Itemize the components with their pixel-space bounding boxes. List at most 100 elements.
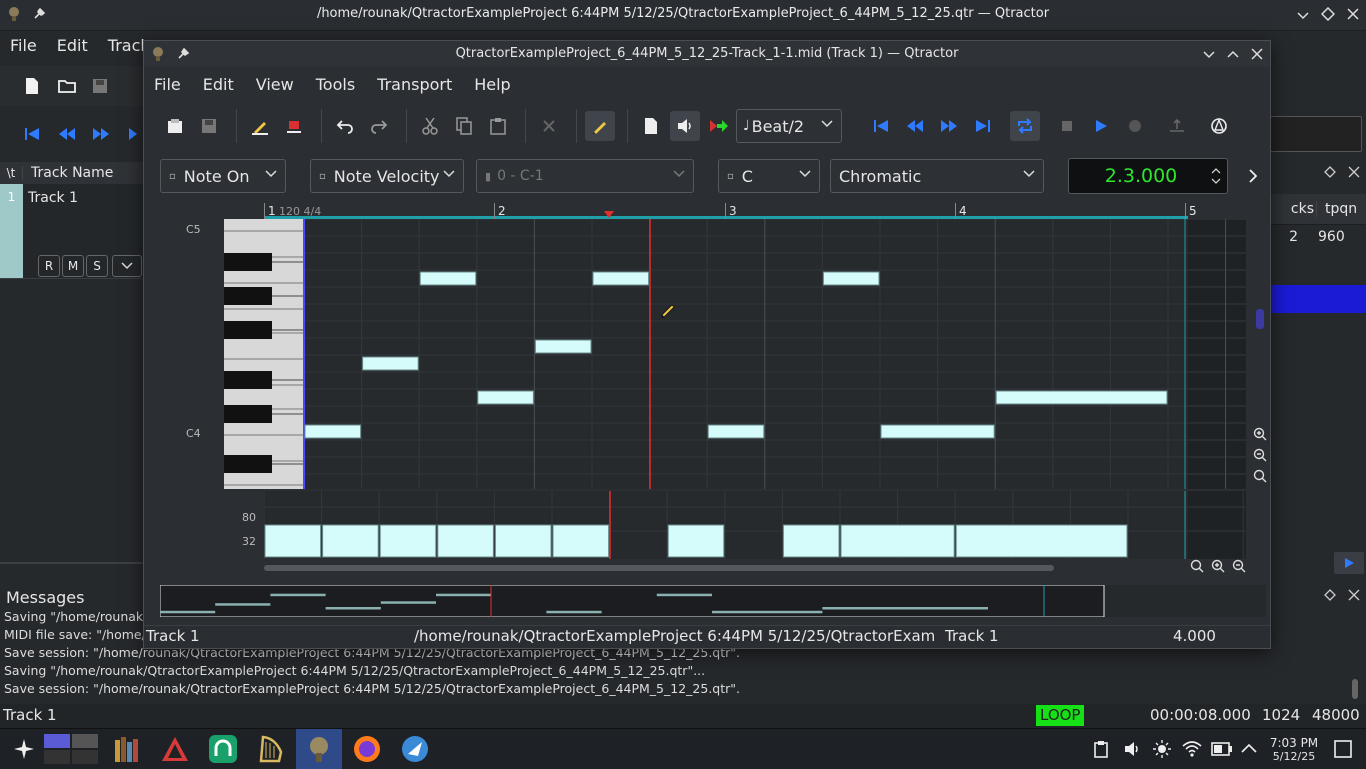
solo-button[interactable]: S bbox=[86, 255, 108, 277]
note-block[interactable] bbox=[534, 339, 592, 354]
application-launcher-icon[interactable] bbox=[12, 737, 36, 761]
track-list-hscroll[interactable] bbox=[0, 562, 145, 564]
piano-roll[interactable]: C5 C4 bbox=[184, 219, 1267, 489]
panel-float-icon[interactable] bbox=[1324, 166, 1336, 178]
loop-icon[interactable] bbox=[1010, 111, 1040, 141]
volume-icon[interactable] bbox=[1123, 740, 1141, 758]
save-icon[interactable] bbox=[194, 111, 224, 141]
hzoom-in-icon[interactable] bbox=[1190, 559, 1204, 573]
zoom-out-icon[interactable] bbox=[1253, 448, 1267, 462]
rewind-icon[interactable] bbox=[58, 127, 76, 141]
discover-app-icon[interactable] bbox=[400, 734, 430, 764]
audacity-app-icon[interactable] bbox=[208, 734, 238, 764]
messages-scrollbar[interactable] bbox=[1352, 679, 1358, 699]
key-combobox[interactable]: ▫ C bbox=[718, 159, 820, 193]
clip-overview[interactable] bbox=[160, 585, 1266, 617]
play-icon[interactable] bbox=[1086, 111, 1116, 141]
roll-vscroll-thumb[interactable] bbox=[1256, 309, 1264, 329]
books-app-icon[interactable] bbox=[112, 734, 142, 764]
copy-icon[interactable] bbox=[449, 111, 479, 141]
selected-clip-row[interactable] bbox=[1270, 285, 1366, 313]
editor-minimize-icon[interactable] bbox=[1202, 47, 1216, 61]
paste-icon[interactable] bbox=[483, 111, 513, 141]
hzoom-reset-icon[interactable] bbox=[1232, 559, 1246, 573]
note-block[interactable] bbox=[362, 356, 419, 371]
edit-pencil-icon[interactable] bbox=[245, 111, 275, 141]
spin-arrows[interactable] bbox=[1205, 168, 1227, 184]
undo-icon[interactable] bbox=[330, 111, 360, 141]
close-icon[interactable] bbox=[1346, 7, 1360, 21]
maximize-icon[interactable] bbox=[1321, 7, 1335, 21]
tpqn-column-header[interactable]: tpqn bbox=[1325, 201, 1357, 217]
panel-file-row[interactable]: 2 960 bbox=[1270, 226, 1366, 248]
velocity-canvas[interactable] bbox=[264, 491, 1246, 559]
punch-in-icon[interactable] bbox=[1162, 111, 1192, 141]
select-none-icon[interactable] bbox=[636, 111, 666, 141]
panel-close-icon[interactable] bbox=[1348, 166, 1360, 178]
piano-roll-canvas[interactable] bbox=[184, 219, 1246, 489]
save-icon[interactable] bbox=[92, 78, 108, 94]
hzoom-out-icon[interactable] bbox=[1211, 559, 1225, 573]
new-file-icon[interactable] bbox=[24, 77, 40, 95]
record-clip-icon[interactable] bbox=[279, 111, 309, 141]
mute-button[interactable]: M bbox=[62, 255, 84, 277]
note-block[interactable] bbox=[304, 424, 362, 439]
panel-play-icon[interactable] bbox=[1334, 552, 1364, 574]
note-block[interactable] bbox=[707, 424, 765, 439]
minimize-icon[interactable] bbox=[1296, 8, 1310, 22]
editor-menu-view[interactable]: View bbox=[256, 75, 294, 94]
track-row[interactable]: 1 Track 1 R M S bbox=[0, 184, 145, 279]
harp-app-icon[interactable] bbox=[255, 734, 285, 764]
tracks-column-header[interactable]: cks bbox=[1270, 201, 1317, 217]
editor-maximize-icon[interactable] bbox=[1226, 47, 1240, 61]
track-number-column-header[interactable]: \t bbox=[0, 166, 23, 180]
time-ruler[interactable]: 1 120 4/4 2 3 4 5 bbox=[264, 203, 1246, 219]
track-name[interactable]: Track 1 bbox=[28, 190, 78, 206]
zoom-reset-icon[interactable] bbox=[1253, 469, 1267, 483]
editor-close-icon[interactable] bbox=[1250, 47, 1264, 61]
messages-close-icon[interactable] bbox=[1348, 589, 1360, 601]
redo-icon[interactable] bbox=[364, 111, 394, 141]
system-clock[interactable]: 7:03 PM 5/12/25 bbox=[1264, 736, 1324, 763]
draw-mode-icon[interactable] bbox=[585, 111, 615, 141]
wifi-icon[interactable] bbox=[1182, 740, 1202, 758]
virtual-desktop-pager[interactable] bbox=[44, 732, 98, 766]
backward-icon[interactable] bbox=[866, 111, 896, 141]
desktop-4[interactable] bbox=[72, 750, 98, 764]
show-hidden-icons-icon[interactable] bbox=[1241, 742, 1257, 754]
brightness-icon[interactable] bbox=[1153, 740, 1171, 758]
metronome-icon[interactable] bbox=[1204, 111, 1234, 141]
goto-end-icon[interactable] bbox=[968, 111, 998, 141]
desktop-2[interactable] bbox=[72, 734, 98, 748]
editor-menu-tools[interactable]: Tools bbox=[316, 75, 355, 94]
goto-end-icon[interactable] bbox=[128, 127, 138, 141]
note-block[interactable] bbox=[419, 271, 477, 286]
main-menu-file[interactable]: File bbox=[10, 36, 37, 55]
playhead-marker-icon[interactable] bbox=[604, 211, 614, 219]
rewind-icon[interactable] bbox=[900, 111, 930, 141]
editor-menu-transport[interactable]: Transport bbox=[377, 75, 452, 94]
editor-menu-help[interactable]: Help bbox=[474, 75, 510, 94]
toolbar-extension-icon[interactable] bbox=[1248, 169, 1258, 183]
fast-forward-icon[interactable] bbox=[92, 127, 110, 141]
delete-icon[interactable] bbox=[534, 111, 564, 141]
snap-combobox[interactable]: ♩ Beat/2 bbox=[736, 109, 842, 143]
qtractor-task-active[interactable] bbox=[296, 729, 342, 769]
follow-playhead-icon[interactable] bbox=[704, 111, 734, 141]
show-desktop-icon[interactable] bbox=[1334, 740, 1352, 758]
battery-icon[interactable] bbox=[1211, 741, 1233, 757]
note-block[interactable] bbox=[477, 390, 534, 405]
desktop-3[interactable] bbox=[44, 750, 70, 764]
record-arm-button[interactable]: R bbox=[38, 255, 60, 277]
firefox-app-icon[interactable] bbox=[352, 734, 382, 764]
track-menu-button[interactable] bbox=[112, 255, 142, 277]
preview-notes-icon[interactable] bbox=[670, 111, 700, 141]
event-param-combobox[interactable]: ▫ Note Velocity bbox=[310, 159, 464, 193]
main-menu-edit[interactable]: Edit bbox=[57, 36, 88, 55]
velocity-lane[interactable]: 80 32 bbox=[242, 491, 1246, 559]
clipboard-icon[interactable] bbox=[1093, 740, 1109, 758]
note-block[interactable] bbox=[592, 271, 650, 286]
editor-menu-file[interactable]: File bbox=[154, 75, 181, 94]
desktop-1[interactable] bbox=[44, 734, 70, 748]
scale-combobox[interactable]: Chromatic bbox=[830, 159, 1044, 193]
